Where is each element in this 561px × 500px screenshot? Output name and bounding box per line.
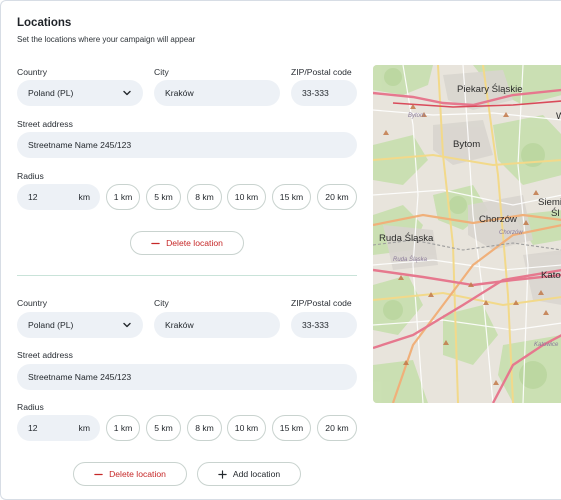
street-field[interactable]: Streetname Name 245/123 xyxy=(17,364,357,390)
radius-chip-8km[interactable]: 8 km xyxy=(187,415,222,441)
street-value: Streetname Name 245/123 xyxy=(28,372,132,382)
city-label: City xyxy=(154,67,169,77)
street-value: Streetname Name 245/123 xyxy=(28,140,132,150)
add-location-label: Add location xyxy=(232,469,281,479)
street-label: Street address xyxy=(17,119,73,129)
map-label-kato: Kato xyxy=(541,270,561,281)
zip-value: 33-333 xyxy=(302,320,329,330)
zip-label: ZIP/Postal code xyxy=(291,67,352,77)
section-subtitle: Set the locations where your campaign wi… xyxy=(17,35,196,44)
zip-value: 33-333 xyxy=(302,88,329,98)
radius-label: Radius xyxy=(17,171,44,181)
radius-unit: km xyxy=(78,192,90,202)
delete-location-button[interactable]: Delete location xyxy=(130,231,244,255)
plus-icon xyxy=(218,469,227,479)
radius-unit: km xyxy=(78,423,90,433)
map-label-katowice-small: Katowice xyxy=(534,342,559,348)
locations-card: Locations Set the locations where your c… xyxy=(0,0,561,500)
map-label-chorzow: Chorzów xyxy=(479,214,517,225)
country-value: Poland (PL) xyxy=(28,320,74,330)
city-value: Kraków xyxy=(165,88,194,98)
radius-field[interactable]: 12 km xyxy=(17,184,100,210)
city-field[interactable]: Kraków xyxy=(154,312,280,338)
radius-label: Radius xyxy=(17,402,44,412)
country-label: Country xyxy=(17,67,48,77)
chevron-down-icon xyxy=(121,87,133,99)
map-label-ruda-small: Ruda Śląska xyxy=(393,256,428,263)
radius-chip-1km[interactable]: 1 km xyxy=(106,184,140,210)
add-location-button[interactable]: Add location xyxy=(197,462,301,486)
radius-chip-10km[interactable]: 10 km xyxy=(227,184,266,210)
radius-value: 12 xyxy=(28,192,38,202)
map-label-siem: Siemi xyxy=(538,197,561,208)
map-label-chorzow-small: Chorzów xyxy=(499,230,523,236)
map-label-piekary: Piekary Śląskie xyxy=(457,83,523,95)
radius-field[interactable]: 12 km xyxy=(17,415,100,441)
delete-location-label: Delete location xyxy=(109,469,166,479)
country-label: Country xyxy=(17,298,48,308)
radius-chip-15km[interactable]: 15 km xyxy=(272,415,311,441)
zip-field[interactable]: 33-333 xyxy=(291,312,357,338)
delete-location-button[interactable]: Delete location xyxy=(73,462,187,486)
city-field[interactable]: Kraków xyxy=(154,80,280,106)
radius-chip-15km[interactable]: 15 km xyxy=(272,184,311,210)
street-field[interactable]: Streetname Name 245/123 xyxy=(17,132,357,158)
minus-icon xyxy=(94,473,103,475)
delete-location-label: Delete location xyxy=(166,238,223,248)
map-label-w: W xyxy=(556,111,561,122)
radius-chip-1km[interactable]: 1 km xyxy=(106,415,140,441)
location-map[interactable]: Piekary Śląskie Bytom Chorzów Ruda Śląsk… xyxy=(373,65,561,403)
zip-label: ZIP/Postal code xyxy=(291,298,352,308)
radius-value: 12 xyxy=(28,423,38,433)
country-select[interactable]: Poland (PL) xyxy=(17,80,143,106)
radius-chip-10km[interactable]: 10 km xyxy=(227,415,266,441)
radius-chip-5km[interactable]: 5 km xyxy=(146,415,181,441)
map-label-ruda: Ruda Śląska xyxy=(379,232,434,244)
country-value: Poland (PL) xyxy=(28,88,74,98)
radius-chip-8km[interactable]: 8 km xyxy=(187,184,222,210)
chevron-down-icon xyxy=(121,319,133,331)
street-label: Street address xyxy=(17,350,73,360)
map-label-bytom: Bytom xyxy=(453,139,480,150)
radius-chip-20km[interactable]: 20 km xyxy=(317,184,357,210)
section-title: Locations xyxy=(17,17,72,29)
zip-field[interactable]: 33-333 xyxy=(291,80,357,106)
radius-chip-5km[interactable]: 5 km xyxy=(146,184,181,210)
radius-chip-20km[interactable]: 20 km xyxy=(317,415,357,441)
city-value: Kraków xyxy=(165,320,194,330)
location-divider xyxy=(17,275,357,276)
city-label: City xyxy=(154,298,169,308)
country-select[interactable]: Poland (PL) xyxy=(17,312,143,338)
minus-icon xyxy=(151,242,160,244)
map-label-bytom-small: Bytom xyxy=(408,113,425,119)
map-label-sl: Śl xyxy=(551,207,560,219)
